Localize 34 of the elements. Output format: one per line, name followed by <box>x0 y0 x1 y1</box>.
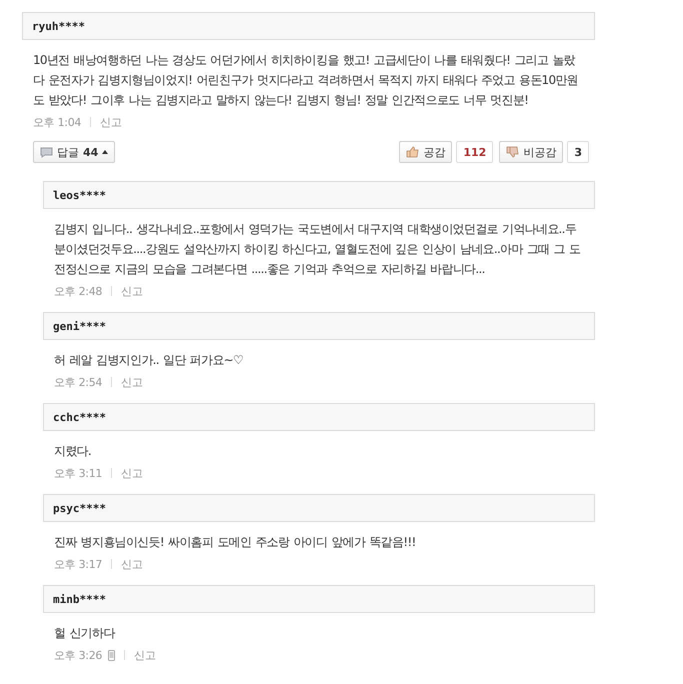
comment-text: 10년전 배낭여행하던 나는 경상도 어던가에서 히치하이킹을 했고! 고급세단이 나를 태워줬다! 그리고 놀랐다 운전자가 김병지형님이었지! 어린친구가 멋지다라고 격려하면서 목적지 까지 태워다 주었고 용돈10만원도 받았다! 그이후 나는 김병지라고 말하지 않는다! 김병지 형님! 정말 인간적으로도 너무 멋진분! <box>32 52 580 109</box>
report-link[interactable]: 신고 <box>134 648 156 662</box>
comment-time: 오후 3:26 <box>54 648 102 662</box>
comment-time: 오후 3:17 <box>54 556 102 572</box>
report-link[interactable]: 신고 <box>121 284 143 298</box>
speech-bubble-icon <box>40 146 53 158</box>
comment-time: 오후 3:11 <box>54 466 102 480</box>
reply-text: 헐 신기하다 <box>53 625 116 642</box>
report-link[interactable]: 신고 <box>121 374 143 390</box>
dislike-button[interactable]: 비공감 <box>499 141 564 163</box>
reply-author: leos**** <box>53 188 106 202</box>
reply-text: 허 레알 김병지인가.. 일단 퍼가요~♡ <box>53 352 244 369</box>
reply-text: 김병지 입니다.. 생각나네요..포항에서 영덕가는 국도변에서 대구지역 대학생이었던걸로 기억나네요..두분이셨던것두요....강원도 설악산까지 하이킹 하신다고, 열혈도전에 깊은 인상이 남네요..아마 그때 그 도전정신으로 지금의 모습을 그려본다면 .....좋은 기억과 추억으로 자리하길 바랍니다... <box>53 221 582 278</box>
comment-author: ryuh**** <box>32 20 85 32</box>
reply-text: 지렸다. <box>53 443 92 460</box>
caret-up-icon <box>102 150 108 154</box>
comment-time: 오후 1:04 <box>33 114 82 130</box>
reply-text: 진짜 병지횽님이신듯! 싸이홈피 도메인 주소랑 아이디 앞에가 똑같음!!! <box>53 534 417 551</box>
like-button[interactable]: 공감 <box>399 141 452 163</box>
thumbs-down-icon <box>506 146 520 158</box>
mobile-phone-icon <box>108 650 116 660</box>
report-link[interactable]: 신고 <box>100 114 122 130</box>
reply-author: minb**** <box>53 592 106 606</box>
report-link[interactable]: 신고 <box>121 466 143 480</box>
report-link[interactable]: 신고 <box>121 556 143 572</box>
like-count: 112 <box>456 141 494 163</box>
reply-author: geni**** <box>53 320 106 332</box>
thumbs-up-icon <box>406 146 420 158</box>
comment-time: 오후 2:48 <box>54 284 102 298</box>
comment-time: 오후 2:54 <box>54 374 102 390</box>
reply-toggle-button[interactable]: 답글 44 <box>33 141 116 163</box>
reply-author: psyc**** <box>53 502 106 514</box>
reply-author: cchc**** <box>53 410 106 424</box>
dislike-count: 3 <box>567 141 589 163</box>
